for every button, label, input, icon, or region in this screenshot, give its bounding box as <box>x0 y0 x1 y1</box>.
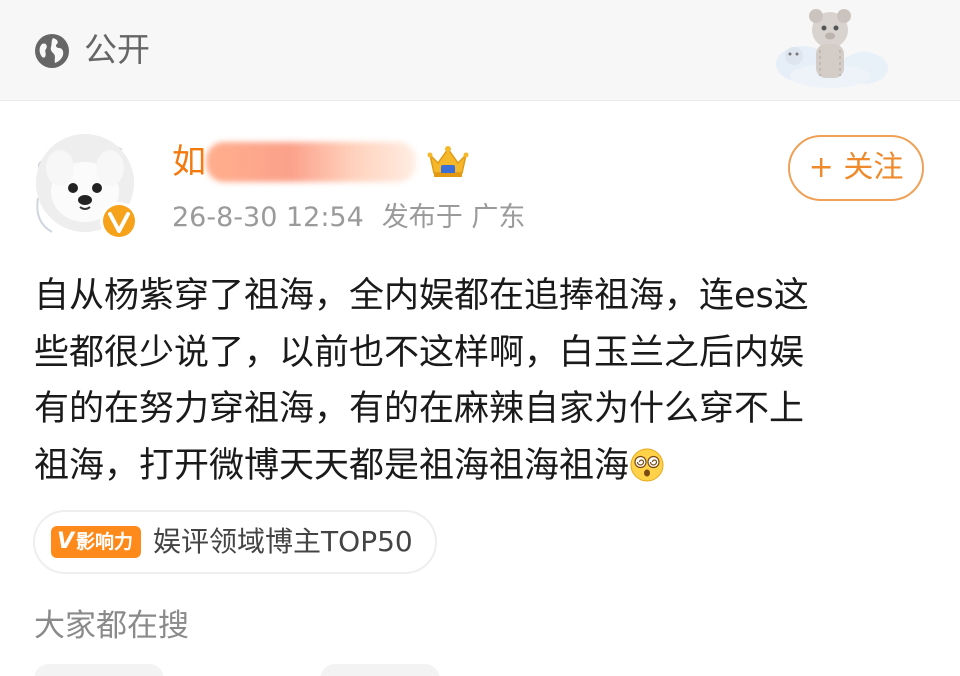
visibility-label: 公开 <box>84 30 150 69</box>
weibo-post-page: 公开 如 26-8-30 12:54 发布于 广东 + 关注 自从杨紫穿了祖海，… <box>0 0 960 676</box>
teddy-bear-decoration <box>776 9 888 88</box>
influence-tag-text: 娱评领域博主TOP50 <box>153 525 413 558</box>
section-divider <box>0 100 960 101</box>
author-name[interactable]: 如 <box>172 140 206 184</box>
post-meta: 26-8-30 12:54 发布于 广东 <box>172 198 525 238</box>
post-location: 发布于 广东 <box>381 202 526 233</box>
post-text-line: 有的在努力穿祖海，有的在麻辣自家为什么穿不上 <box>34 389 805 429</box>
trending-search-heading: 大家都在搜 <box>34 608 189 644</box>
trending-search-chip[interactable] <box>320 664 440 676</box>
post-text-line: 些都很少说了，以前也不这样啊，白玉兰之后内娱 <box>34 332 805 373</box>
globe-icon <box>35 34 69 68</box>
post-time: 26-8-30 12:54 <box>172 202 364 233</box>
post-text-line: 祖海，打开微博天天都是祖海祖海祖海 <box>34 445 630 486</box>
name-redaction-blur <box>206 142 416 182</box>
post-text-line-last: 祖海，打开微博天天都是祖海祖海祖海 <box>34 438 926 495</box>
post-text: 自从杨紫穿了祖海，全内娱都在追捧祖海，连es这 些都很少说了，以前也不这样啊，白… <box>34 268 926 494</box>
influence-badge: V 影响力 <box>51 526 142 558</box>
influence-badge-label: 影响力 <box>76 531 134 553</box>
verified-v-icon <box>100 202 138 240</box>
follow-button[interactable]: + 关注 <box>788 135 924 201</box>
crown-badge-icon[interactable] <box>426 143 470 179</box>
influence-tag[interactable]: V 影响力 娱评领域博主TOP50 <box>33 510 437 574</box>
visibility-bar: 公开 <box>0 0 960 100</box>
dizzy-face-emoji <box>630 448 664 481</box>
trending-search-chip[interactable] <box>34 664 164 676</box>
influence-v-icon: V <box>57 529 75 554</box>
post-text-line: 自从杨紫穿了祖海，全内娱都在追捧祖海，连es这 <box>34 276 809 316</box>
